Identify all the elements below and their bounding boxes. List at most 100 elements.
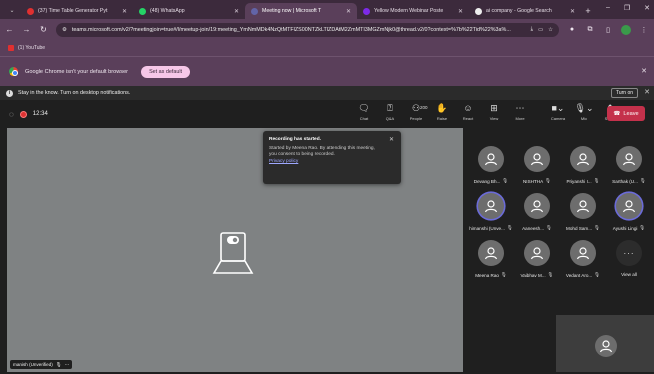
window-controls: – ❐ ✕: [606, 4, 650, 12]
new-tab-icon[interactable]: +: [581, 4, 595, 18]
tab-close-icon[interactable]: ✕: [570, 8, 575, 15]
people-button[interactable]: ⚇ 200 People: [406, 102, 428, 121]
participant-tile[interactable]: Aaneesh... 🎙: [514, 193, 560, 239]
raise-hand-button[interactable]: ✋ Raise: [432, 102, 452, 121]
privacy-policy-link[interactable]: Privacy policy: [269, 159, 395, 164]
leave-button[interactable]: ☎ Leave: [607, 106, 645, 121]
notification-bar: i Stay in the know. Turn on desktop noti…: [0, 86, 654, 100]
participant-tile[interactable]: NISHTHA 🎙: [514, 146, 560, 192]
mic-button[interactable]: 🎙⌄ Mic: [574, 102, 594, 121]
participant-tile[interactable]: Sarthak (U... 🎙: [606, 146, 652, 192]
meeting-header: ◌ 12:34 🗨 Chat ⍰ Q&A ⚇ 200 People ✋ Raise…: [0, 100, 654, 128]
popup-title: Recording has started.: [269, 137, 321, 142]
view-all-label: View all: [621, 272, 637, 277]
window-close-icon[interactable]: ✕: [644, 4, 650, 12]
participant-tile[interactable]: Priyanshi I... 🎙: [560, 146, 606, 192]
popup-close-icon[interactable]: ✕: [389, 136, 394, 143]
participant-tile[interactable]: Meena Rao 🎙: [468, 240, 514, 286]
participant-name: Sarthak (U...: [612, 178, 638, 184]
tab-close-icon[interactable]: ✕: [234, 8, 239, 15]
turn-on-button[interactable]: Turn on: [610, 88, 638, 98]
camera-button[interactable]: ■⌄ Camera: [548, 102, 568, 121]
forward-icon[interactable]: →: [22, 25, 31, 34]
tab-close-icon[interactable]: ✕: [346, 8, 351, 15]
notification-close-icon[interactable]: ✕: [644, 88, 650, 96]
mic-off-icon: 🎙: [545, 178, 551, 183]
tab-title: (37) Time Table Generator Pyt: [38, 8, 108, 14]
tool-label: Raise: [436, 116, 448, 121]
mic-off-icon: 🎙: [546, 225, 552, 230]
camera-off-icon: ■⌄: [551, 103, 565, 113]
default-avatar-icon: [616, 193, 642, 219]
profile-avatar[interactable]: [621, 24, 631, 35]
tile-more-icon[interactable]: ⋯: [65, 362, 70, 368]
browser-tab[interactable]: (48) WhatsApp ✕: [133, 3, 245, 19]
default-avatar-icon: [478, 146, 504, 172]
download-icon[interactable]: ⤓: [531, 26, 533, 33]
default-avatar-icon: [570, 146, 596, 172]
people-icon: ⚇ 200: [411, 103, 428, 113]
youtube-icon: [27, 7, 34, 15]
bookmark-star-icon[interactable]: ☆: [548, 27, 553, 33]
browser-tab-active[interactable]: Meeting now | Microsoft T ✕: [245, 3, 357, 19]
view-button[interactable]: ⊞ View: [484, 102, 504, 121]
participant-tile[interactable]: Vaibhav M... 🎙: [514, 240, 560, 286]
infobar-close-icon[interactable]: ✕: [641, 67, 647, 75]
address-bar[interactable]: ⚙ teams.microsoft.com/v2/?meetingjoin=tr…: [56, 22, 559, 37]
chat-icon: 🗨: [358, 103, 370, 113]
restore-icon[interactable]: ❐: [624, 4, 630, 12]
more-button[interactable]: ⋯ More: [510, 102, 530, 121]
security-shield-icon[interactable]: ◌: [9, 110, 14, 119]
default-browser-infobar: Google Chrome isn't your default browser…: [0, 56, 654, 86]
participant-name: manish (Unverified): [13, 362, 53, 367]
view-icon: ⊞: [490, 103, 498, 113]
participant-tile[interactable]: Devang Bh... 🎙: [468, 146, 514, 192]
sidepanel-icon[interactable]: ▯: [603, 26, 613, 34]
chrome-menu-icon[interactable]: ⋮: [639, 26, 649, 34]
participant-name-tag: manish (Unverified) 🎙 ⋯: [10, 360, 73, 369]
browser-tab[interactable]: Yellow Modern Webinar Poste ✕: [357, 3, 469, 19]
mic-off-icon: 🎙: [639, 178, 646, 183]
site-info-icon[interactable]: ⚙: [62, 27, 67, 33]
tab-search-icon[interactable]: ⌄: [6, 4, 18, 16]
react-button[interactable]: ☺ React: [458, 102, 478, 121]
tab-close-icon[interactable]: ✕: [458, 8, 463, 15]
default-avatar-icon: [570, 240, 596, 266]
participant-tile[interactable]: Mohd Sam... 🎙: [560, 193, 606, 239]
bookmark-youtube[interactable]: (1) YouTube: [18, 45, 45, 51]
tab-close-icon[interactable]: ✕: [122, 8, 127, 15]
mic-off-icon: 🎙⌄: [574, 103, 594, 113]
back-icon[interactable]: ←: [5, 25, 14, 34]
default-avatar-icon: [524, 146, 550, 172]
default-avatar-icon: [616, 146, 642, 172]
participant-tile[interactable]: himanshi (Unve... 🎙: [468, 193, 514, 239]
react-icon: ☺: [463, 103, 473, 113]
tab-title: Yellow Modern Webinar Poste: [374, 8, 444, 14]
recording-started-popup: Recording has started. Started by Meena …: [263, 131, 401, 184]
infobar-message: Google Chrome isn't your default browser: [25, 68, 129, 75]
browser-tab[interactable]: (37) Time Table Generator Pyt ✕: [21, 3, 133, 19]
set-as-default-button[interactable]: Set as default: [141, 65, 191, 78]
participant-tile[interactable]: Vedant Aro... 🎙: [560, 240, 606, 286]
extension-icon[interactable]: ●: [567, 26, 577, 33]
participant-name: Aaneesh...: [522, 225, 545, 231]
tool-label: More: [515, 116, 525, 121]
view-all-button[interactable]: ··· View all: [606, 240, 652, 286]
self-view-tile[interactable]: [556, 315, 654, 372]
cast-icon[interactable]: ▭: [538, 27, 543, 33]
teams-icon: [251, 7, 258, 15]
minimize-icon[interactable]: –: [606, 4, 610, 12]
browser-tab[interactable]: ai company - Google Search ✕: [469, 3, 581, 19]
extensions-puzzle-icon[interactable]: ⧉: [585, 26, 595, 34]
meeting-toolbar: 🗨 Chat ⍰ Q&A ⚇ 200 People ✋ Raise ☺ React…: [354, 102, 620, 121]
mic-off-icon: 🎙: [55, 361, 62, 367]
mic-off-icon: 🎙: [506, 225, 513, 230]
qa-button[interactable]: ⍰ Q&A: [380, 102, 400, 121]
default-avatar-icon: [524, 193, 550, 219]
reload-icon[interactable]: ↻: [39, 25, 48, 34]
chat-button[interactable]: 🗨 Chat: [354, 102, 374, 121]
participant-tile[interactable]: Ayushi Lingi 🎙: [606, 193, 652, 239]
participant-name: Devang Bh...: [473, 178, 501, 184]
participant-name: himanshi (Unve...: [469, 225, 505, 231]
participant-name: Vaibhav M...: [520, 272, 546, 278]
